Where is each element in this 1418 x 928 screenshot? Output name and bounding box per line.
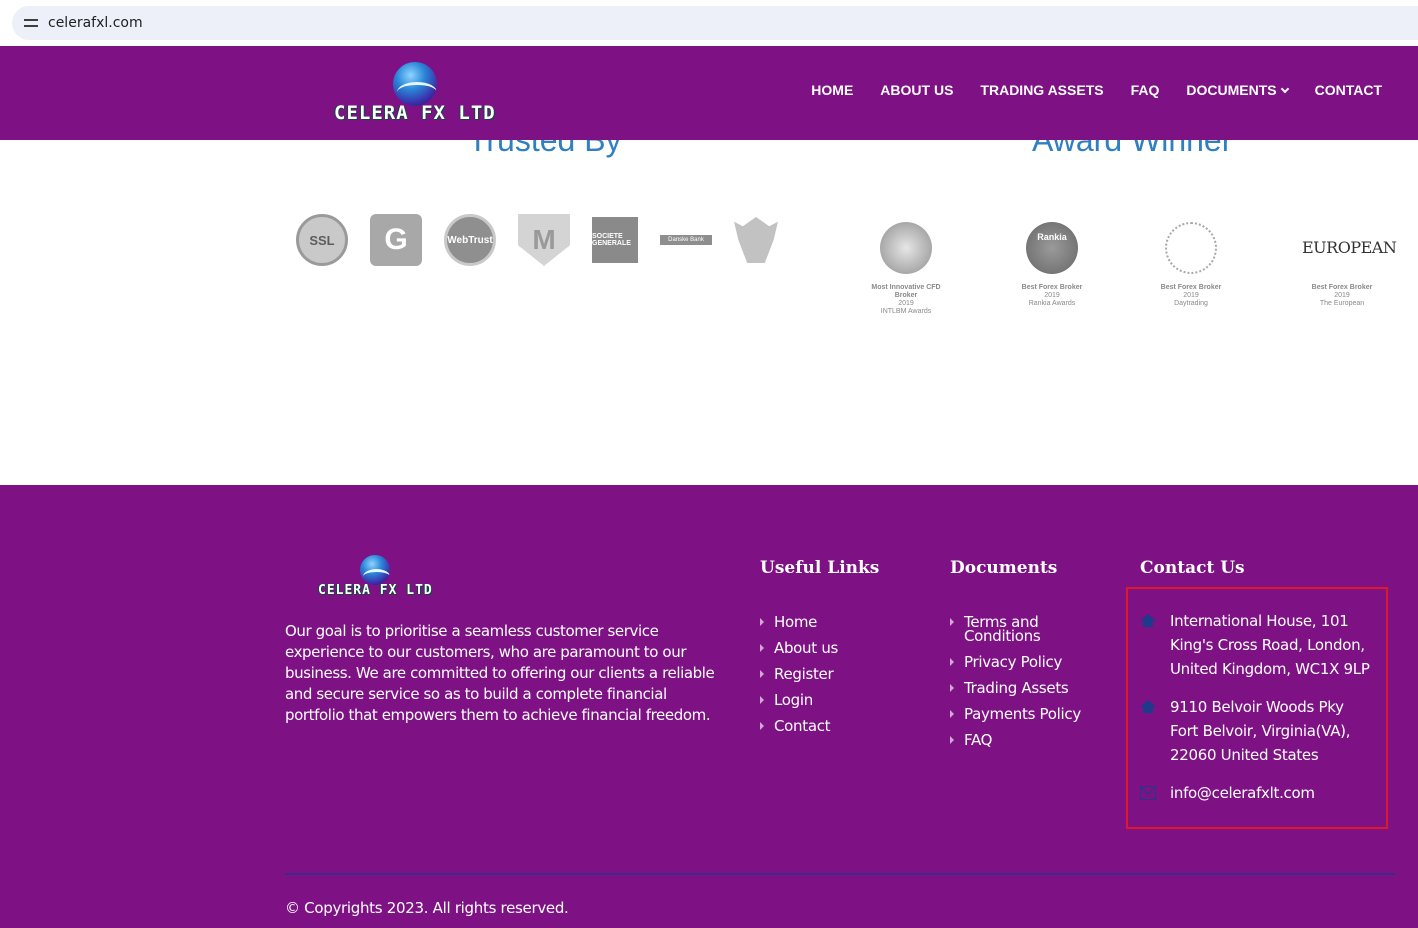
eagle-logo-icon [734, 217, 778, 263]
award-item: Most Innovative CFD Broker 2019 INTLBM A… [866, 222, 946, 316]
contact-address-london: International House, 101 King's Cross Ro… [1140, 609, 1376, 681]
home-icon [1140, 700, 1156, 714]
documents-list: Terms and Conditions Privacy Policy Trad… [950, 613, 1081, 759]
footer-link-register[interactable]: Register [760, 664, 838, 684]
link-label: Terms and Conditions [964, 613, 1041, 645]
site-settings-icon[interactable] [24, 17, 38, 29]
link-label: Payments Policy [964, 705, 1081, 723]
awards-row: Most Innovative CFD Broker 2019 INTLBM A… [866, 222, 1397, 332]
footer-divider [285, 873, 1395, 875]
useful-links-title: Useful Links [760, 558, 880, 578]
award-item: EUROPEAN Best Forex Broker 2019 The Euro… [1302, 222, 1397, 308]
link-label: Contact [774, 717, 831, 735]
award-source: The European [1319, 300, 1365, 308]
caret-right-icon [950, 618, 954, 626]
award-name: Most Innovative CFD Broker [871, 284, 941, 300]
caret-right-icon [950, 710, 954, 718]
footer-link-payments[interactable]: Payments Policy [950, 707, 1081, 722]
address-bar[interactable]: celerafxl.com [12, 6, 1418, 40]
caret-right-icon [950, 658, 954, 666]
footer-link-about[interactable]: About us [760, 638, 838, 658]
wave-globe-icon [392, 62, 437, 106]
footer-link-home[interactable]: Home [760, 612, 838, 632]
award-year: 2019 [1044, 292, 1060, 300]
link-label: About us [774, 639, 839, 657]
wave-globe-icon [360, 555, 391, 585]
medal-icon [880, 222, 932, 274]
header-logo[interactable]: CELERA FX LTD [334, 62, 496, 124]
award-year: 2019 [898, 300, 914, 308]
link-label: Register [774, 665, 834, 683]
nav-documents[interactable]: DOCUMENTS [1186, 82, 1289, 98]
footer-link-faq[interactable]: FAQ [950, 731, 1060, 749]
award-source: Rankia Awards [1028, 300, 1076, 308]
caret-right-icon [950, 736, 954, 744]
contact-address-virginia: 9110 Belvoir Woods Pky Fort Belvoir, Vir… [1140, 695, 1360, 767]
caret-right-icon [760, 670, 764, 678]
caret-right-icon [760, 618, 764, 626]
award-item: Rankia Best Forex Broker 2019 Rankia Awa… [1012, 222, 1092, 308]
nav-home[interactable]: HOME [811, 82, 853, 98]
documents-title: Documents [950, 558, 1058, 578]
footer-about-text: Our goal is to prioritise a seamless cus… [285, 622, 715, 724]
award-source: INTLBM Awards [880, 308, 932, 316]
contact-highlight-box: International House, 101 King's Cross Ro… [1126, 587, 1388, 829]
trusted-logos: SSL G WebTrust M SOCIETE GENERALE Danske… [296, 214, 800, 266]
caret-right-icon [760, 644, 764, 652]
award-name: Best Forex Broker [1160, 284, 1222, 291]
award-year: 2019 [1334, 292, 1350, 300]
site-footer: CELERA FX LTD Our goal is to prioritise … [0, 485, 1418, 928]
award-year: 2019 [1183, 292, 1199, 300]
footer-link-trading-assets[interactable]: Trading Assets [950, 681, 1069, 696]
contact-email[interactable]: info@celerafxlt.com [1140, 781, 1315, 805]
webtrust-icon: WebTrust [444, 214, 496, 266]
email-text[interactable]: info@celerafxlt.com [1170, 781, 1315, 805]
mcafee-shield-icon: M [518, 214, 570, 266]
nav-trading-assets[interactable]: TRADING ASSETS [980, 82, 1103, 98]
link-label: Login [774, 691, 813, 709]
g-logo-icon: G [370, 214, 422, 266]
useful-links-list: Home About us Register Login Contact [760, 612, 838, 742]
chevron-down-icon [1280, 84, 1289, 93]
european-logo-icon: EUROPEAN [1302, 238, 1397, 257]
footer-logo[interactable]: CELERA FX LTD [318, 555, 433, 598]
site-header: CELERA FX LTD HOME ABOUT US TRADING ASSE… [0, 46, 1418, 140]
link-label: Privacy Policy [964, 653, 1063, 671]
caret-right-icon [760, 722, 764, 730]
nav-about-us[interactable]: ABOUT US [880, 82, 953, 98]
laurel-icon [1165, 222, 1217, 274]
award-item: Best Forex Broker 2019 Daytrading [1151, 222, 1231, 308]
caret-right-icon [950, 684, 954, 692]
nav-documents-label: DOCUMENTS [1186, 82, 1277, 98]
link-label: Trading Assets [964, 679, 1069, 697]
award-source: Daytrading [1174, 300, 1208, 308]
rankia-text: Rankia [1037, 232, 1067, 242]
award-name: Best Forex Broker [1021, 284, 1083, 291]
home-icon [1140, 614, 1156, 628]
address-text: International House, 101 King's Cross Ro… [1170, 612, 1370, 678]
caret-right-icon [760, 696, 764, 704]
copyright-text: © Copyrights 2023. All rights reserved. [285, 899, 569, 917]
danske-bank-icon: Danske Bank [660, 235, 712, 245]
nav-faq[interactable]: FAQ [1131, 82, 1160, 98]
browser-toolbar: celerafxl.com [0, 0, 1418, 46]
footer-link-contact[interactable]: Contact [760, 716, 838, 736]
link-label: FAQ [964, 731, 993, 749]
envelope-icon [1140, 786, 1156, 800]
url-text[interactable]: celerafxl.com [48, 15, 143, 31]
contact-us-title: Contact Us [1140, 558, 1245, 578]
rankia-medal-icon: Rankia [1026, 222, 1078, 274]
footer-link-terms[interactable]: Terms and Conditions [950, 613, 1060, 645]
link-label: Home [774, 613, 818, 631]
footer-link-login[interactable]: Login [760, 690, 838, 710]
main-nav: HOME ABOUT US TRADING ASSETS FAQ DOCUMEN… [784, 82, 1382, 98]
award-name: Best Forex Broker [1311, 284, 1373, 291]
address-text: 9110 Belvoir Woods Pky Fort Belvoir, Vir… [1170, 698, 1351, 764]
societe-generale-icon: SOCIETE GENERALE [592, 217, 638, 263]
footer-link-privacy[interactable]: Privacy Policy [950, 653, 1063, 671]
footer-logo-text: CELERA FX LTD [318, 583, 433, 598]
nav-contact[interactable]: CONTACT [1315, 82, 1382, 98]
ssl-badge-icon: SSL [296, 214, 348, 266]
